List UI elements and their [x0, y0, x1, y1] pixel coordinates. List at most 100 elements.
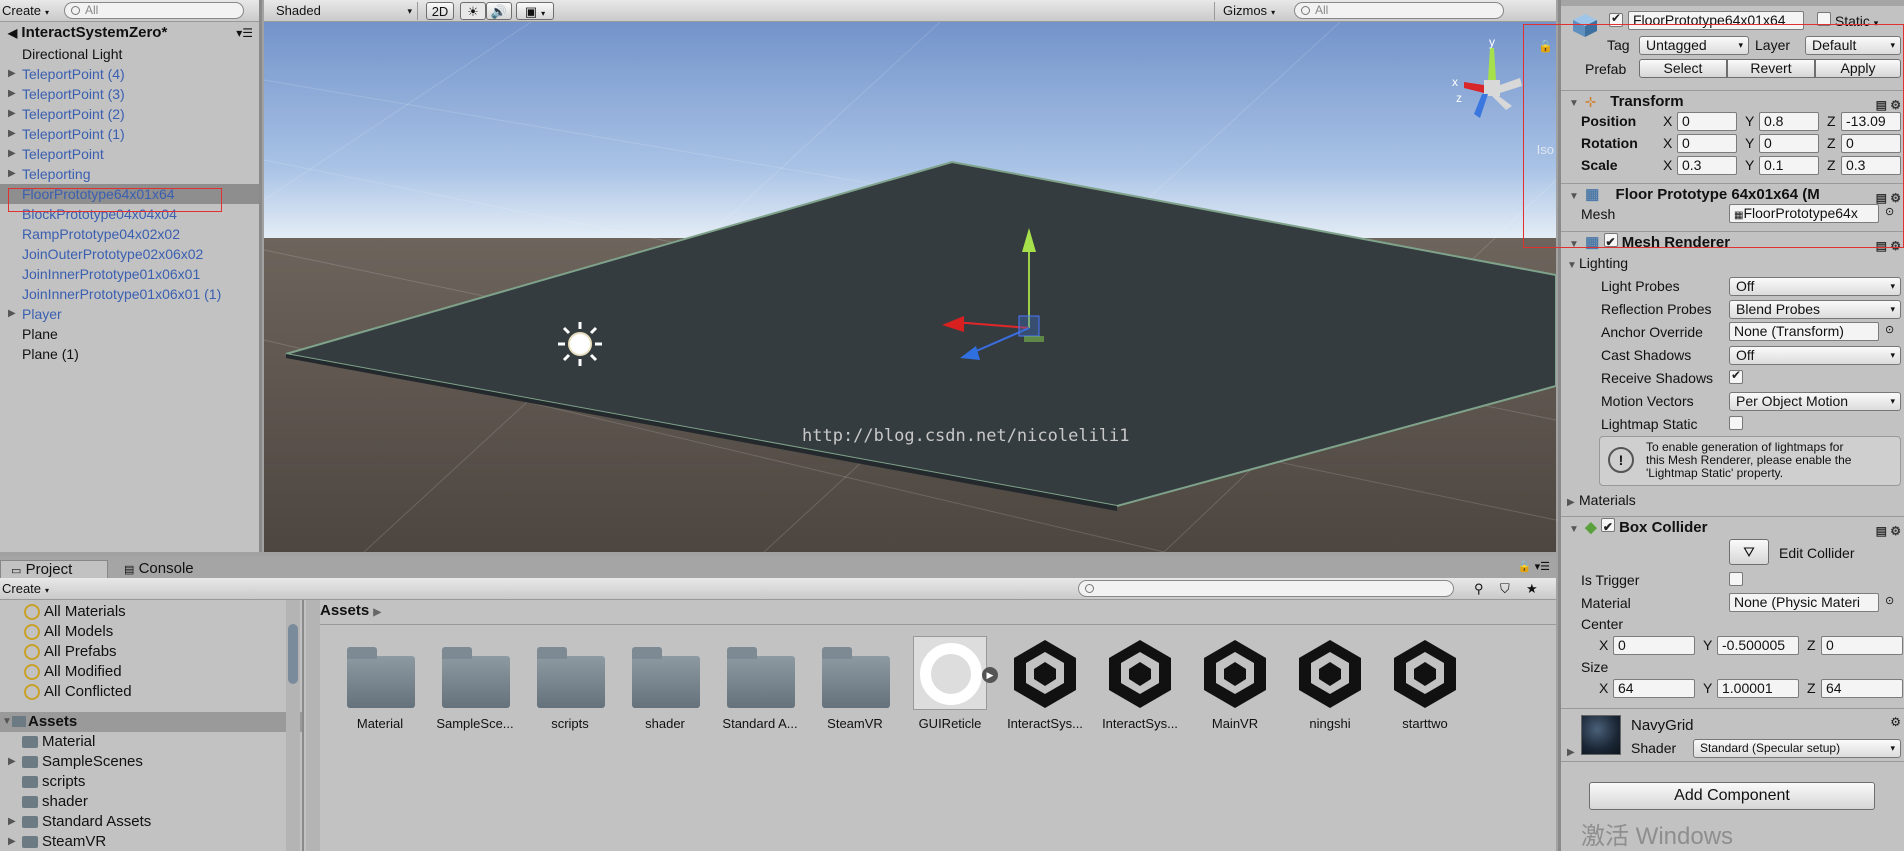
object-picker-icon[interactable]: ⊙ [1885, 594, 1894, 607]
asset-folder-item[interactable]: Material [0, 732, 302, 752]
position-z-field[interactable]: -13.09 [1841, 112, 1901, 131]
hierarchy-create-dropdown[interactable]: Create ▾ [2, 3, 49, 18]
box-collider-enabled-checkbox[interactable] [1600, 516, 1615, 538]
scrollbar-thumb[interactable] [288, 624, 298, 684]
expand-arrow-icon[interactable]: ▶ [8, 752, 16, 772]
asset-folder-item[interactable]: ▶ SampleScenes [0, 752, 302, 772]
layer-dropdown[interactable]: Default ▾ [1805, 36, 1901, 55]
object-picker-icon[interactable]: ⊙ [1885, 323, 1894, 336]
shader-dropdown[interactable]: Standard (Specular setup) ▾ [1693, 739, 1901, 758]
scene-menu-icon[interactable]: ▾☰ [236, 22, 253, 44]
favorite-item[interactable]: All Models [0, 622, 302, 642]
receive-shadows-checkbox[interactable] [1729, 368, 1743, 384]
asset-item[interactable]: InteractSys... [1000, 636, 1090, 731]
asset-folder-item[interactable]: ▶ Standard Assets [0, 812, 302, 832]
component-settings-icon[interactable]: ▤ ⚙ [1876, 235, 1901, 257]
prefab-revert-button[interactable]: Revert [1727, 59, 1815, 78]
asset-folder-item[interactable]: shader [0, 792, 302, 812]
expand-arrow-icon[interactable]: ▶ [8, 144, 16, 164]
assets-root[interactable]: ▼ Assets [0, 712, 302, 732]
lighting-foldout[interactable]: ▼ Lighting [1567, 255, 1628, 271]
asset-item[interactable]: SampleSce... [430, 636, 520, 731]
prefab-select-button[interactable]: Select [1639, 59, 1727, 78]
asset-item[interactable]: ningshi [1285, 636, 1375, 731]
position-x-field[interactable]: 0 [1677, 112, 1737, 131]
scene-lighting-button[interactable]: ☀ [460, 2, 486, 20]
hierarchy-item[interactable]: RampPrototype04x02x02 [0, 224, 259, 244]
center-x-field[interactable]: 0 [1613, 636, 1695, 655]
shading-mode-dropdown[interactable]: Shaded ▾ [270, 2, 418, 20]
asset-item[interactable]: scripts [525, 636, 615, 731]
scale-z-field[interactable]: 0.3 [1841, 156, 1901, 175]
size-z-field[interactable]: 64 [1821, 679, 1903, 698]
component-settings-icon[interactable]: ▤ ⚙ [1876, 520, 1901, 542]
hierarchy-item[interactable]: ▶ Player [0, 304, 259, 324]
hierarchy-search-input[interactable]: All [64, 2, 244, 19]
hierarchy-item[interactable]: Directional Light [0, 44, 259, 64]
favorite-item[interactable]: All Conflicted [0, 682, 302, 702]
project-create-dropdown[interactable]: Create ▾ [2, 581, 49, 596]
hierarchy-item[interactable]: JoinInnerPrototype01x06x01 (1) [0, 284, 259, 304]
size-y-field[interactable]: 1.00001 [1717, 679, 1799, 698]
project-search-input[interactable] [1078, 580, 1454, 597]
favorite-item[interactable]: All Modified [0, 662, 302, 682]
rotation-y-field[interactable]: 0 [1759, 134, 1819, 153]
tab-console[interactable]: ▤ Console [114, 560, 204, 578]
asset-item[interactable]: MainVR [1190, 636, 1280, 731]
favorite-item[interactable]: All Materials [0, 602, 302, 622]
light-probes-dropdown[interactable]: Off ▾ [1729, 277, 1901, 296]
expand-arrow-icon[interactable]: ▶ [8, 832, 16, 851]
scene-view[interactable]: y x z Iso 🔒 http://blog.csdn.net/nicolel… [264, 0, 1556, 552]
hierarchy-item[interactable]: Plane [0, 324, 259, 344]
expand-arrow-icon[interactable]: ▶ [8, 304, 16, 324]
hierarchy-item[interactable]: ▶ TeleportPoint (3) [0, 84, 259, 104]
scale-y-field[interactable]: 0.1 [1759, 156, 1819, 175]
asset-folder-item[interactable]: ▶ SteamVR [0, 832, 302, 851]
anchor-override-field[interactable]: None (Transform) [1729, 322, 1879, 341]
add-component-button[interactable]: Add Component [1589, 782, 1875, 810]
material-preview[interactable] [1581, 715, 1621, 755]
center-y-field[interactable]: -0.500005 [1717, 636, 1799, 655]
rotation-z-field[interactable]: 0 [1841, 134, 1901, 153]
hierarchy-item[interactable]: ▶ TeleportPoint [0, 144, 259, 164]
mesh-renderer-enabled-checkbox[interactable] [1603, 231, 1618, 253]
lightmap-static-checkbox[interactable] [1729, 416, 1743, 430]
mesh-field[interactable]: ▦FloorPrototype64x [1729, 204, 1879, 223]
mesh-filter-header[interactable]: ▼ ▦ Floor Prototype 64x01x64 (M ▤ ⚙ [1561, 183, 1904, 205]
active-checkbox[interactable] [1609, 11, 1623, 27]
tab-project[interactable]: ▭ Project [0, 560, 108, 578]
scene-effects-button[interactable]: ▣ ▾ [516, 2, 554, 20]
hierarchy-item[interactable]: FloorPrototype64x01x64 [0, 184, 259, 204]
panel-menu-icon[interactable]: 🔒 ▾☰ [1518, 560, 1550, 573]
foldout-icon[interactable]: ▼ [1569, 519, 1581, 541]
center-z-field[interactable]: 0 [1821, 636, 1903, 655]
scene-header[interactable]: ◀ InteractSystemZero* ▾☰ [0, 22, 259, 44]
edit-collider-button[interactable]: ⛛ [1729, 539, 1769, 565]
favorite-item[interactable]: All Prefabs [0, 642, 302, 662]
asset-item[interactable]: SteamVR [810, 636, 900, 731]
foldout-icon[interactable]: ▼ [1569, 186, 1581, 208]
prefab-apply-button[interactable]: Apply [1815, 59, 1901, 78]
static-checkbox[interactable] [1817, 12, 1831, 26]
asset-item[interactable]: starttwo [1380, 636, 1470, 731]
filter-label-icon[interactable]: ⛉ [1500, 581, 1510, 597]
asset-item[interactable]: Standard A... [715, 636, 805, 731]
asset-item[interactable]: InteractSys... [1095, 636, 1185, 731]
object-name-input[interactable]: FloorPrototype64x01x64 [1628, 11, 1804, 30]
hierarchy-item[interactable]: ▶ TeleportPoint (1) [0, 124, 259, 144]
transform-header[interactable]: ▼ ⊹ Transform ▤ ⚙ [1561, 90, 1904, 112]
is-trigger-checkbox[interactable] [1729, 572, 1743, 586]
foldout-icon[interactable]: ▶ [1567, 747, 1579, 758]
asset-item[interactable]: Material [335, 636, 425, 731]
scale-x-field[interactable]: 0.3 [1677, 156, 1737, 175]
hierarchy-item[interactable]: ▶ TeleportPoint (2) [0, 104, 259, 124]
gizmos-dropdown[interactable]: Gizmos ▾ [1214, 2, 1275, 20]
2d-toggle-button[interactable]: 2D [426, 2, 454, 20]
hierarchy-item[interactable]: ▶ TeleportPoint (4) [0, 64, 259, 84]
projection-label[interactable]: Iso [1537, 142, 1554, 157]
component-settings-icon[interactable]: ⚙ [1890, 715, 1901, 729]
expand-arrow-icon[interactable]: ▶ [8, 104, 16, 124]
size-x-field[interactable]: 64 [1613, 679, 1695, 698]
scene-viewport[interactable]: y x z Iso 🔒 http://blog.csdn.net/nicolel… [264, 0, 1556, 552]
expand-arrow-icon[interactable]: ▶ [8, 164, 16, 184]
